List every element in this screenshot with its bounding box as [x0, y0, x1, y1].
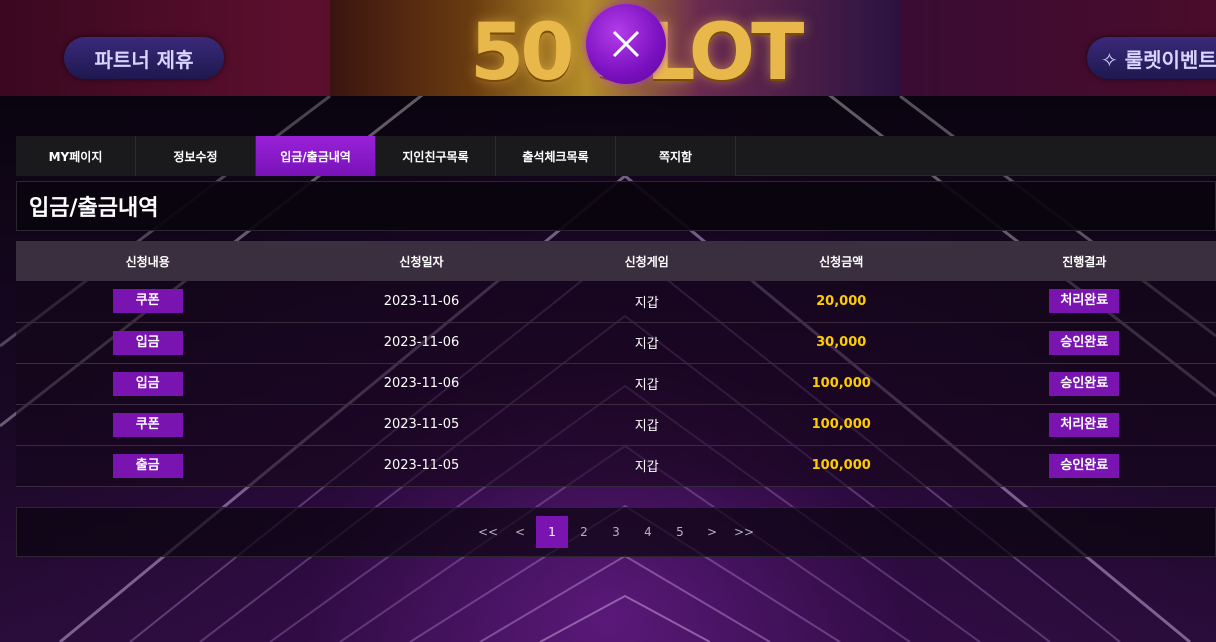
tab-edit-info[interactable]: 정보수정	[136, 136, 256, 176]
last-page-button[interactable]: >>	[728, 516, 760, 548]
table-row: 쿠폰 2023-11-05 지갑 100,000 처리완료	[16, 404, 1216, 445]
date-cell: 2023-11-06	[383, 293, 460, 309]
table-row: 입금 2023-11-06 지갑 30,000 승인완료	[16, 322, 1216, 363]
result-badge: 처리완료	[1049, 289, 1120, 314]
close-button[interactable]	[586, 4, 666, 84]
header-amount: 신청금액	[819, 254, 864, 269]
result-badge: 승인완료	[1049, 330, 1120, 355]
tab-messages[interactable]: 쪽지함	[616, 136, 736, 176]
amount-cell: 100,000	[811, 458, 871, 473]
tab-deposit-withdrawal[interactable]: 입금/출금내역	[256, 136, 376, 176]
type-badge: 출금	[112, 453, 183, 478]
game-cell: 지갑	[634, 295, 659, 311]
tab-attendance-list[interactable]: 출석체크목록	[496, 136, 616, 176]
header-result: 진행결과	[1062, 254, 1107, 269]
header-date: 신청일자	[399, 254, 444, 269]
date-cell: 2023-11-06	[383, 335, 460, 350]
game-cell: 지갑	[634, 378, 659, 393]
table-row: 쿠폰 2023-11-06 지갑 20,000 처리완료	[16, 281, 1216, 322]
tab-friend-list[interactable]: 지인친구목록	[376, 136, 496, 176]
tab-bar: MY페이지 정보수정 입금/출금내역 지인친구목록 출석체크목록 쪽지함	[16, 136, 1216, 176]
table-header-row: 신청내용 신청일자 신청게임 신청금액 진행결과	[16, 241, 1216, 281]
type-badge: 입금	[112, 371, 183, 396]
page-button-2[interactable]: 2	[568, 516, 600, 548]
type-badge: 쿠폰	[112, 412, 183, 437]
page-button-1[interactable]: 1	[536, 515, 568, 548]
main-content: MY페이지 정보수정 입금/출금내역 지인친구목록 출석체크목록 쪽지함 입금/…	[16, 136, 1216, 557]
partner-button[interactable]: 파트너 제휴	[64, 37, 224, 79]
page-button-3[interactable]: 3	[600, 516, 632, 548]
date-cell: 2023-11-05	[383, 417, 460, 432]
header-game: 신청게임	[624, 254, 669, 269]
date-cell: 2023-11-05	[383, 458, 460, 473]
page-title: 입금/출금내역	[16, 181, 1216, 231]
top-banner: 50 SLOT 파트너 제휴 ✧ 룰렛이벤트	[0, 0, 1216, 96]
roulette-event-button[interactable]: ✧ 룰렛이벤트	[1087, 37, 1216, 79]
page-button-4[interactable]: 4	[632, 516, 664, 548]
game-cell: 지갑	[634, 419, 659, 434]
tab-my-page[interactable]: MY페이지	[16, 136, 136, 176]
result-badge: 승인완료	[1049, 371, 1120, 396]
amount-cell: 30,000	[816, 335, 867, 350]
first-page-button[interactable]: <<	[472, 516, 504, 548]
amount-cell: 20,000	[816, 293, 867, 309]
table-row: 입금 2023-11-06 지갑 100,000 승인완료	[16, 363, 1216, 404]
result-badge: 승인완료	[1049, 453, 1120, 478]
page-button-5[interactable]: 5	[664, 516, 696, 548]
history-table: 신청내용 신청일자 신청게임 신청금액 진행결과 쿠폰 2023-11-06 지…	[16, 241, 1216, 487]
tab-bar-filler	[736, 136, 1216, 175]
prev-page-button[interactable]: <	[504, 516, 536, 548]
table-row: 출금 2023-11-05 지갑 100,000 승인완료	[16, 445, 1216, 486]
header-type: 신청내용	[125, 254, 170, 269]
close-icon	[612, 30, 640, 58]
amount-cell: 100,000	[811, 376, 871, 391]
type-badge: 쿠폰	[112, 289, 183, 314]
game-cell: 지갑	[634, 337, 659, 352]
next-page-button[interactable]: >	[696, 516, 728, 548]
result-badge: 처리완료	[1049, 412, 1120, 437]
date-cell: 2023-11-06	[383, 376, 460, 391]
pagination: << < 1 2 3 4 5 > >>	[16, 506, 1216, 557]
type-badge: 입금	[112, 330, 183, 355]
game-cell: 지갑	[634, 460, 659, 475]
amount-cell: 100,000	[811, 417, 871, 432]
